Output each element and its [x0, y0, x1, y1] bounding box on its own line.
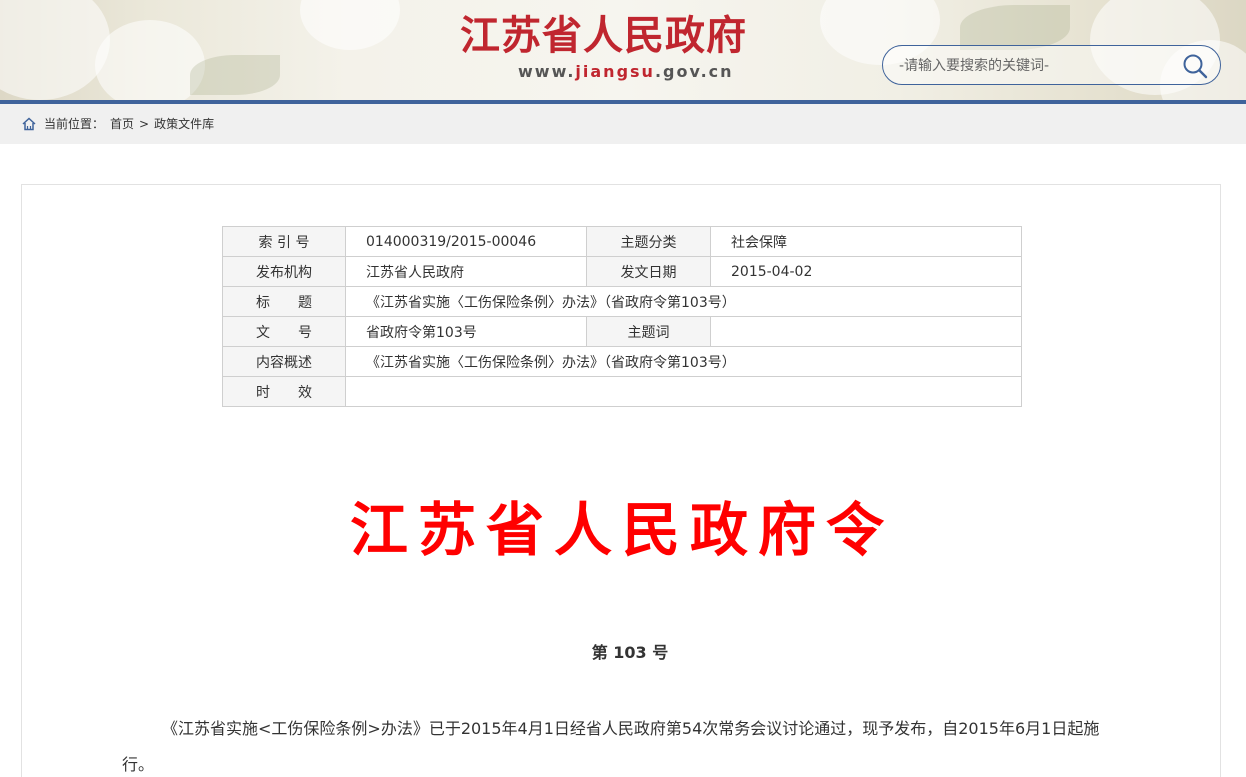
decor-petal: [0, 0, 110, 100]
category-label: 主题分类: [586, 226, 711, 257]
date-value: 2015-04-02: [710, 256, 1022, 287]
breadcrumb-link-policy-library[interactable]: 政策文件库: [154, 115, 214, 133]
keyword-label: 主题词: [586, 316, 711, 347]
table-row: 文 号 省政府令第103号 主题词: [222, 316, 1022, 347]
table-row: 标 题 《江苏省实施〈工伤保险条例〉办法》（省政府令第103号）: [222, 286, 1022, 317]
breadcrumb: 当前位置： 首页 > 政策文件库: [22, 115, 214, 133]
decor-petal: [300, 0, 400, 50]
site-logo-title[interactable]: 江苏省人民政府: [460, 12, 782, 60]
table-row: 索 引 号 014000319/2015-00046 主题分类 社会保障: [222, 226, 1022, 257]
title-value: 《江苏省实施〈工伤保险条例〉办法》（省政府令第103号）: [345, 286, 1022, 317]
document-heading: 江苏省人民政府令: [349, 496, 894, 564]
date-label: 发文日期: [586, 256, 711, 287]
table-row: 内容概述 《江苏省实施〈工伤保险条例〉办法》（省政府令第103号）: [222, 346, 1022, 377]
document-body: 《江苏省实施<工伤保险条例>办法》已于2015年4月1日经省人民政府第54次常务…: [122, 719, 1100, 774]
decor-leaf: [960, 5, 1070, 50]
docno-value: 省政府令第103号: [345, 316, 587, 347]
table-row: 发布机构 江苏省人民政府 发文日期 2015-04-02: [222, 256, 1022, 287]
site-url: www.jiangsu.gov.cn: [518, 62, 732, 82]
url-suffix: .gov.cn: [654, 62, 734, 81]
validity-value: [345, 376, 1022, 407]
url-prefix: www.: [518, 62, 576, 81]
search-input[interactable]: [899, 55, 1169, 77]
index-value: 014000319/2015-00046: [345, 226, 587, 257]
summary-value: 《江苏省实施〈工伤保险条例〉办法》（省政府令第103号）: [345, 346, 1022, 377]
document-panel: 索 引 号 014000319/2015-00046 主题分类 社会保障 发布机…: [21, 184, 1221, 777]
breadcrumb-separator: >: [139, 117, 150, 131]
document-meta-table: 索 引 号 014000319/2015-00046 主题分类 社会保障 发布机…: [222, 226, 1022, 407]
validity-label: 时 效: [222, 376, 346, 407]
index-label: 索 引 号: [222, 226, 346, 257]
title-label: 标 题: [222, 286, 346, 317]
document-number: 第 103 号: [591, 643, 669, 662]
decor-leaf: [190, 55, 280, 95]
table-row: 时 效: [222, 376, 1022, 407]
category-value: 社会保障: [710, 226, 1022, 257]
search-icon[interactable]: [1181, 52, 1209, 80]
breadcrumb-link-home[interactable]: 首页: [110, 115, 134, 133]
url-highlight: jiangsu: [575, 62, 655, 81]
breadcrumb-label: 当前位置：: [44, 117, 105, 131]
publisher-value: 江苏省人民政府: [345, 256, 587, 287]
site-header: 江苏省人民政府 www.jiangsu.gov.cn: [0, 0, 1246, 100]
decor-petal: [95, 20, 205, 100]
search-box: [882, 45, 1221, 85]
home-icon: [22, 117, 36, 131]
keyword-value: [710, 316, 1022, 347]
docno-label: 文 号: [222, 316, 346, 347]
breadcrumb-bar: 当前位置： 首页 > 政策文件库: [0, 104, 1246, 144]
publisher-label: 发布机构: [222, 256, 346, 287]
summary-label: 内容概述: [222, 346, 346, 377]
